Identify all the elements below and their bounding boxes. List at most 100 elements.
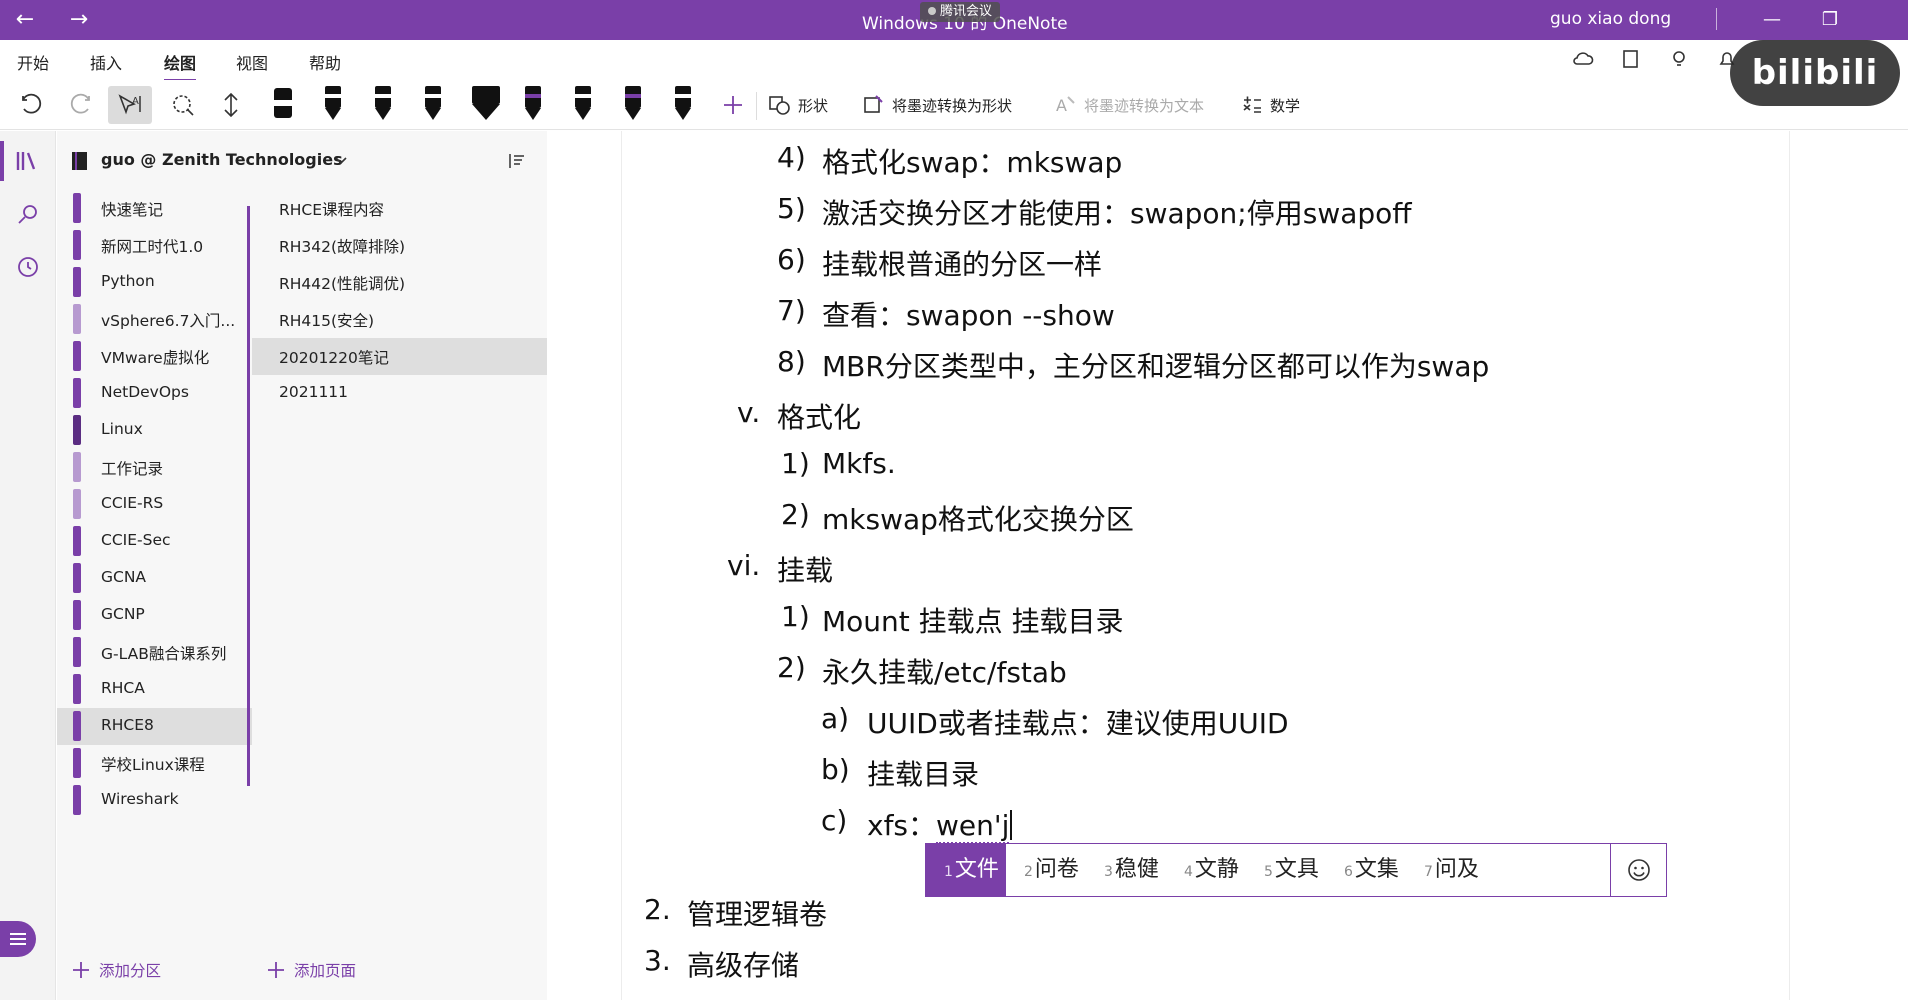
add-section-button[interactable]: 添加分区: [71, 959, 161, 981]
sync-cloud-icon[interactable]: [1572, 48, 1594, 70]
notebook-name[interactable]: guo @ Zenith Technologies: [101, 150, 343, 169]
recent-clock-icon[interactable]: [12, 251, 44, 283]
page-item[interactable]: RH442(性能调优): [252, 264, 547, 301]
note-text: Mount 挂载点 挂载目录: [822, 600, 1124, 640]
section-item[interactable]: 工作记录: [57, 449, 252, 486]
ime-candidate[interactable]: 4文静: [1184, 844, 1239, 896]
minimize-icon[interactable]: —: [1752, 6, 1792, 34]
note-line[interactable]: 8) MBR分区类型中，主分区和逻辑分区都可以作为swap: [547, 345, 1847, 385]
note-line[interactable]: 6) 挂载根普通的分区一样: [547, 243, 1847, 283]
pen-1-icon[interactable]: [316, 84, 350, 126]
section-item[interactable]: RHCE8: [57, 708, 252, 745]
list-number: c): [821, 804, 848, 837]
note-text-content: xfs：: [867, 809, 937, 842]
pen-5-icon[interactable]: [516, 84, 550, 126]
note-line[interactable]: 2) 永久挂载/etc/fstab: [547, 651, 1847, 691]
math-button[interactable]: 数学: [1240, 86, 1300, 124]
note-text-content: 格式化: [777, 401, 862, 434]
note-line[interactable]: 5) 激活交换分区才能使用：swapon;停用swapoff: [547, 192, 1847, 232]
tab-home[interactable]: 开始: [17, 50, 49, 74]
section-item[interactable]: Wireshark: [57, 782, 252, 819]
undo-icon[interactable]: [14, 86, 48, 124]
user-name[interactable]: guo xiao dong: [1550, 9, 1671, 29]
navigation-rail: [0, 131, 56, 1000]
section-item[interactable]: 新网工时代1.0: [57, 227, 252, 264]
section-item[interactable]: Python: [57, 264, 252, 301]
candidate-index: 4: [1184, 864, 1193, 880]
note-line[interactable]: v. 格式化: [547, 396, 1847, 436]
back-arrow-icon[interactable]: ←: [10, 6, 40, 34]
section-item[interactable]: VMware虚拟化: [57, 338, 252, 375]
add-pen-icon[interactable]: [716, 86, 750, 124]
ink-to-shape-button[interactable]: 将墨迹转换为形状: [862, 86, 1012, 124]
note-text-content: UUID或者挂载点：建议使用UUID: [867, 707, 1289, 740]
chevron-down-icon[interactable]: [335, 156, 347, 166]
note-line[interactable]: 4) 格式化swap：mkswap: [547, 141, 1847, 181]
page-item[interactable]: RH415(安全): [252, 301, 547, 338]
ime-candidate[interactable]: 7问及: [1424, 844, 1479, 896]
forward-arrow-icon[interactable]: →: [64, 6, 94, 34]
section-item[interactable]: GCNA: [57, 560, 252, 597]
note-line[interactable]: b) 挂载目录: [547, 753, 1847, 793]
type-select-tool-icon[interactable]: A: [108, 86, 152, 124]
section-item[interactable]: NetDevOps: [57, 375, 252, 412]
section-item[interactable]: GCNP: [57, 597, 252, 634]
page-icon[interactable]: [1620, 48, 1642, 70]
note-line[interactable]: 1) Mount 挂载点 挂载目录: [547, 600, 1847, 640]
note-line[interactable]: 3. 高级存储: [547, 944, 1847, 984]
tab-insert[interactable]: 插入: [90, 50, 122, 74]
ime-candidate[interactable]: 6文集: [1344, 844, 1399, 896]
feedback-icon[interactable]: [0, 921, 36, 957]
tab-view[interactable]: 视图: [236, 50, 268, 74]
section-label: RHCE8: [101, 716, 154, 734]
tab-draw[interactable]: 绘图: [164, 50, 197, 82]
pen-6-icon[interactable]: [566, 84, 600, 126]
note-line[interactable]: 2. 管理逻辑卷: [547, 893, 1847, 933]
ime-candidate[interactable]: 1文件: [926, 844, 1006, 896]
page-item[interactable]: 2021111: [252, 375, 547, 412]
note-line[interactable]: c) xfs：wen'j: [547, 804, 1847, 844]
highlighter-icon[interactable]: [466, 84, 506, 126]
note-line[interactable]: 1) Mkfs.: [547, 447, 1847, 487]
section-item[interactable]: RHCA: [57, 671, 252, 708]
shapes-button[interactable]: 形状: [768, 86, 828, 124]
section-item[interactable]: 快速笔记: [57, 190, 252, 227]
pen-3-icon[interactable]: [416, 84, 450, 126]
section-item[interactable]: Linux: [57, 412, 252, 449]
note-line[interactable]: vi. 挂载: [547, 549, 1847, 589]
sort-icon[interactable]: [507, 151, 527, 171]
meeting-badge-label: 腾讯会议: [940, 4, 993, 19]
note-line[interactable]: 2) mkswap格式化交换分区: [547, 498, 1847, 538]
page-item[interactable]: RH342(故障排除): [252, 227, 547, 264]
eraser-icon[interactable]: [266, 84, 300, 126]
notebooks-icon[interactable]: [12, 145, 44, 177]
lasso-select-icon[interactable]: [166, 86, 200, 124]
add-space-icon[interactable]: [214, 86, 248, 124]
tab-help[interactable]: 帮助: [309, 50, 341, 74]
redo-icon[interactable]: [64, 86, 98, 124]
page-item[interactable]: 20201220笔记: [252, 338, 547, 375]
pen-8-icon[interactable]: [666, 84, 700, 126]
notebook-header[interactable]: guo @ Zenith Technologies: [57, 131, 547, 191]
restore-icon[interactable]: ❐: [1810, 6, 1850, 34]
pen-7-icon[interactable]: [616, 84, 650, 126]
search-icon[interactable]: [12, 199, 44, 231]
section-item[interactable]: G-LAB融合课系列: [57, 634, 252, 671]
ime-candidate[interactable]: 5文具: [1264, 844, 1319, 896]
note-line[interactable]: a) UUID或者挂载点：建议使用UUID: [547, 702, 1847, 742]
section-item[interactable]: CCIE-Sec: [57, 523, 252, 560]
ime-candidate[interactable]: 3稳健: [1104, 844, 1159, 896]
section-color-tab: [73, 341, 81, 371]
ime-candidate[interactable]: 2问卷: [1024, 844, 1079, 896]
section-item[interactable]: CCIE-RS: [57, 486, 252, 523]
add-page-button[interactable]: 添加页面: [266, 959, 356, 981]
section-label: 快速笔记: [101, 201, 164, 219]
emoji-smiley-icon[interactable]: [1610, 844, 1666, 896]
section-item[interactable]: vSphere6.7入门...: [57, 301, 252, 338]
note-line[interactable]: 7) 查看：swapon --show: [547, 294, 1847, 334]
sections-scrollbar[interactable]: [247, 206, 250, 786]
lightbulb-icon[interactable]: [1668, 48, 1690, 70]
page-item[interactable]: RHCE课程内容: [252, 190, 547, 227]
section-item[interactable]: 学校Linux课程: [57, 745, 252, 782]
pen-2-icon[interactable]: [366, 84, 400, 126]
